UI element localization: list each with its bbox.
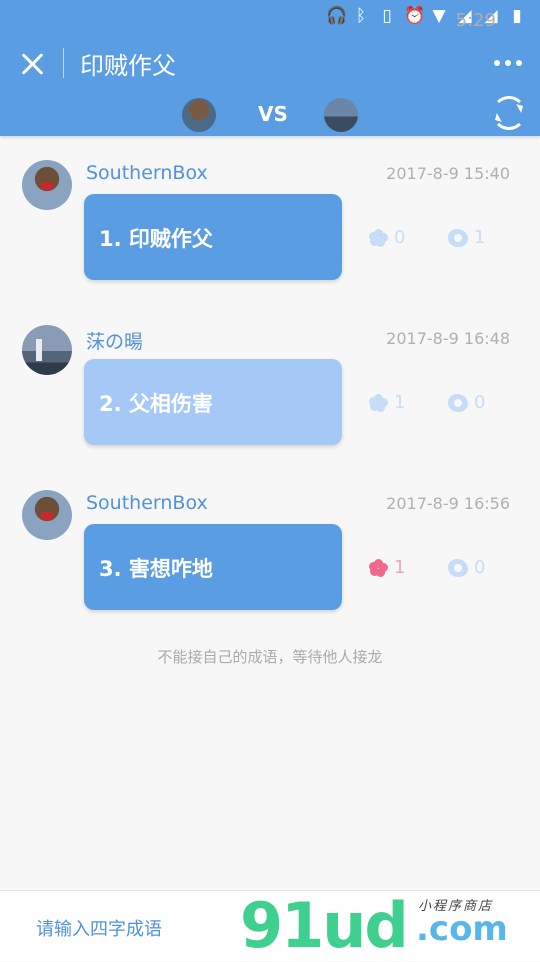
- vs-label: VS: [258, 102, 288, 126]
- idiom-bubble: 1. 印贼作父: [84, 194, 342, 280]
- flower-count: 1: [394, 392, 406, 413]
- status-time: 5:29: [455, 10, 496, 31]
- idiom-text: 3. 害想咋地: [99, 557, 213, 581]
- wifi-icon: ▼: [432, 6, 446, 26]
- watermark-text: 91ud: [240, 889, 409, 962]
- more-options-button[interactable]: [494, 60, 522, 66]
- headphones-icon: 🎧: [326, 6, 348, 26]
- watermark-logo: 91ud 小程序商店 .com: [240, 889, 540, 962]
- avatar[interactable]: [22, 325, 72, 375]
- header-divider: [63, 48, 64, 78]
- chat-message: 莯の暘 2017-8-9 16:48 2. 父相伤害 1 0: [0, 325, 540, 455]
- status-bar: 🎧 ᛒ ▯ ⏰ ▼ ◢ ◢ ▮ 5:29: [0, 0, 540, 34]
- flower-count: 1: [394, 557, 406, 578]
- battery-icon: ▮: [512, 6, 522, 26]
- close-icon[interactable]: [18, 49, 48, 79]
- username: 莯の暘: [86, 331, 144, 353]
- message-time: 2017-8-9 16:48: [386, 329, 510, 348]
- flower-icon: [369, 558, 388, 577]
- avatar[interactable]: [22, 160, 72, 210]
- egg-button[interactable]: 0: [448, 392, 485, 413]
- egg-icon: [448, 228, 468, 247]
- chat-message: SouthernBox 2017-8-9 15:40 1. 印贼作父 0 1: [0, 160, 540, 290]
- alarm-icon: ⏰: [404, 6, 426, 26]
- vibrate-icon: ▯: [382, 6, 392, 26]
- idiom-bubble: 3. 害想咋地: [84, 524, 342, 610]
- egg-button[interactable]: 0: [448, 557, 485, 578]
- flower-icon: [369, 393, 388, 412]
- username: SouthernBox: [86, 162, 208, 184]
- player2-avatar[interactable]: [324, 98, 358, 132]
- idiom-text: 1. 印贼作父: [99, 227, 213, 251]
- egg-button[interactable]: 1: [448, 227, 485, 248]
- dot-icon: [516, 60, 522, 66]
- idiom-bubble: 2. 父相伤害: [84, 359, 342, 445]
- flower-count: 0: [394, 227, 406, 248]
- flower-button[interactable]: 0: [369, 227, 406, 248]
- idiom-input[interactable]: 请输入四字成语: [36, 915, 162, 941]
- flower-icon: [369, 228, 388, 247]
- turn-hint: 不能接自己的成语，等待他人接龙: [157, 648, 383, 666]
- player1-avatar[interactable]: [182, 98, 216, 132]
- app-header: 印贼作父 VS: [0, 34, 540, 136]
- chat-message: SouthernBox 2017-8-9 16:56 3. 害想咋地 1 0: [0, 490, 540, 620]
- page-title: 印贼作父: [80, 52, 176, 80]
- dot-icon: [494, 60, 500, 66]
- avatar[interactable]: [22, 490, 72, 540]
- refresh-icon[interactable]: [492, 96, 526, 130]
- message-time: 2017-8-9 16:56: [386, 494, 510, 513]
- username: SouthernBox: [86, 492, 208, 514]
- egg-icon: [448, 558, 468, 577]
- bluetooth-icon: ᛒ: [355, 6, 367, 26]
- egg-count: 1: [474, 227, 486, 248]
- egg-count: 0: [474, 392, 486, 413]
- input-bar: 请输入四字成语 91ud 小程序商店 .com: [0, 889, 540, 962]
- versus-row: VS: [0, 96, 540, 132]
- message-time: 2017-8-9 15:40: [386, 164, 510, 183]
- dot-icon: [505, 60, 511, 66]
- egg-icon: [448, 393, 468, 412]
- watermark-domain: .com: [416, 909, 508, 949]
- flower-button[interactable]: 1: [369, 557, 406, 578]
- flower-button[interactable]: 1: [369, 392, 406, 413]
- idiom-text: 2. 父相伤害: [99, 392, 213, 416]
- egg-count: 0: [474, 557, 486, 578]
